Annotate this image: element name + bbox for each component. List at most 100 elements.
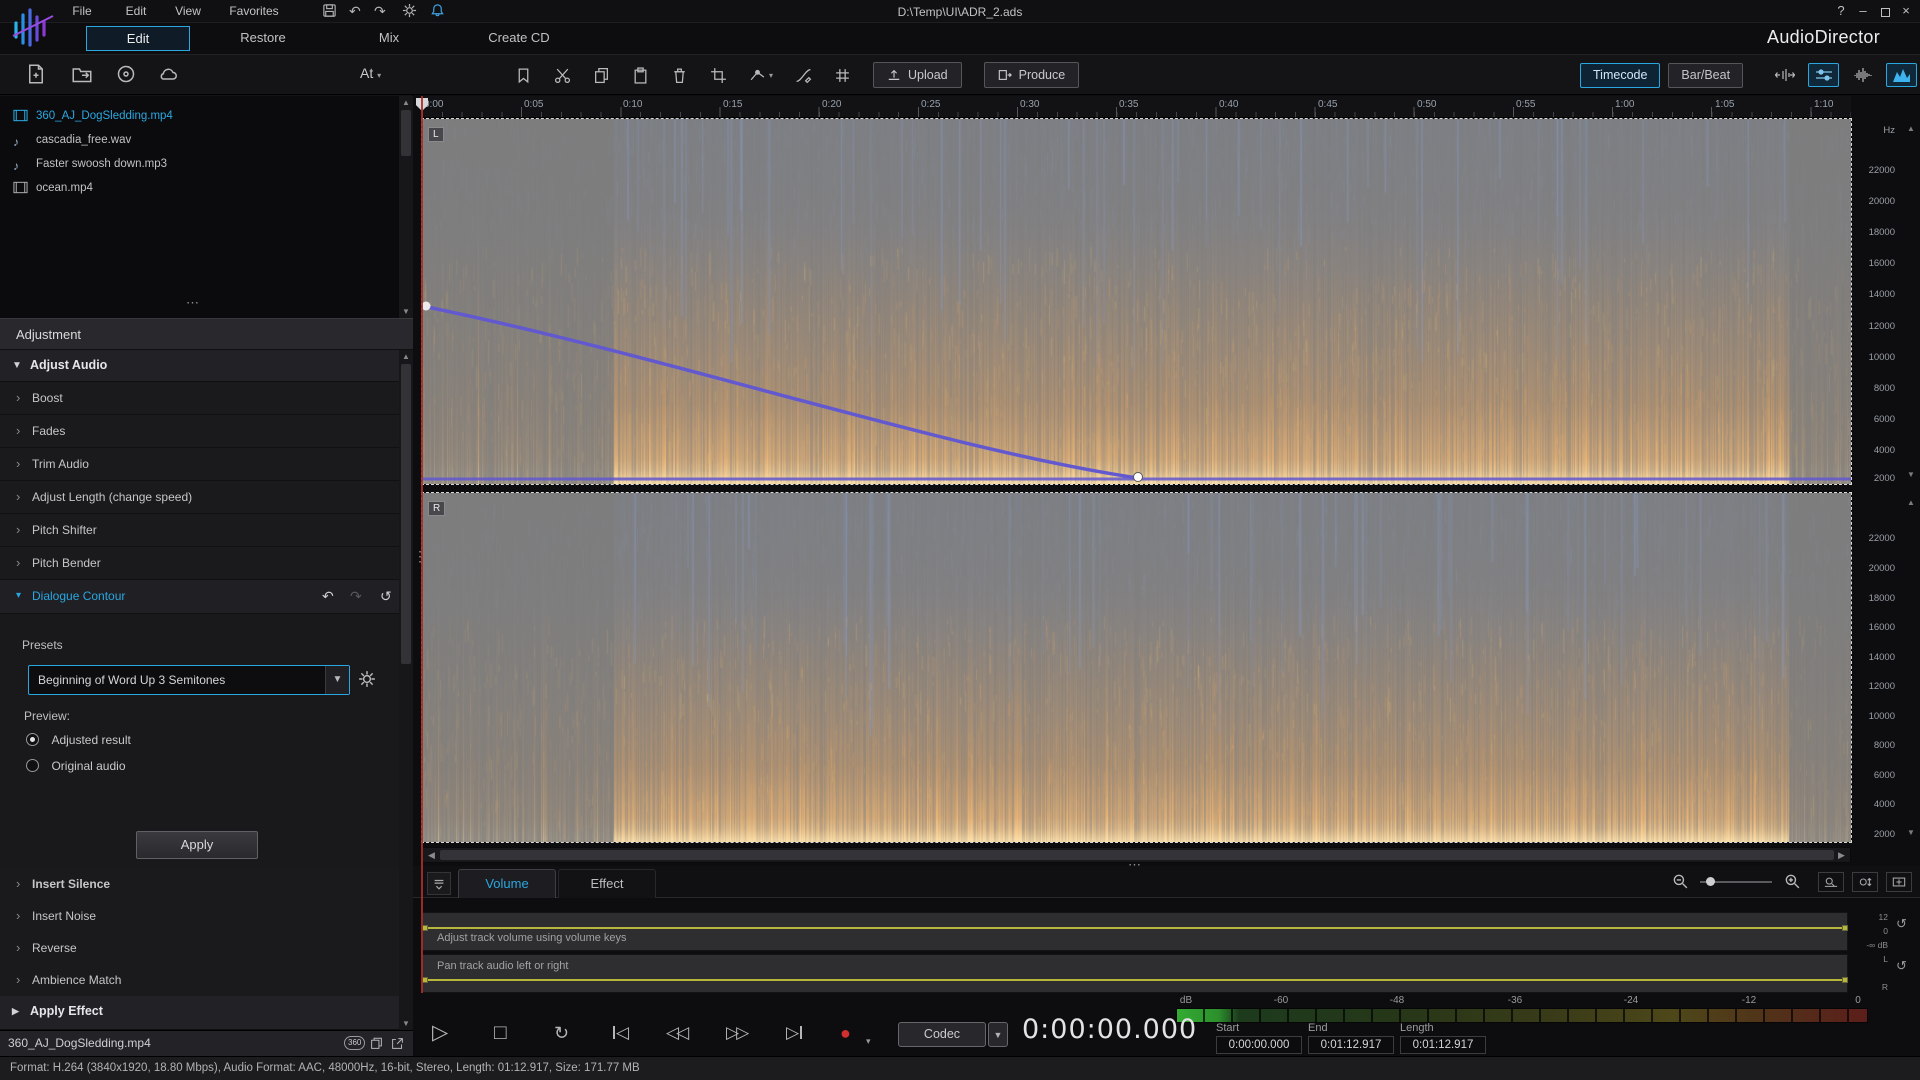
spectral-view-icon[interactable] [1886,63,1917,87]
freq-scroll-up-icon[interactable]: ▲ [1905,124,1917,133]
volume-track[interactable]: Adjust track volume using volume keys [422,912,1848,951]
stop-button[interactable]: □ [494,1020,507,1046]
row-boost[interactable]: ›Boost [0,382,399,415]
freq-scroll-up-icon[interactable]: ▲ [1905,498,1917,507]
menu-file[interactable]: File [64,4,100,18]
tab-edit[interactable]: Edit [86,26,190,51]
volume-keyframe[interactable] [1842,925,1848,931]
pan-key-line[interactable] [423,979,1847,981]
record-options-caret-icon[interactable]: ▾ [866,1028,871,1054]
pan-track[interactable]: Pan track audio left or right [422,954,1848,993]
contour-reset-icon[interactable]: ↺ [380,580,392,612]
row-insert-noise[interactable]: ›Insert Noise [0,900,399,933]
pan-reset-icon[interactable]: ↺ [1896,958,1907,974]
pan-keyframe[interactable] [1842,977,1848,983]
contour-undo-icon[interactable]: ↶ [322,580,334,612]
bar-beat-button[interactable]: Bar/Beat [1668,63,1743,88]
delete-icon[interactable] [671,67,688,84]
row-ambience-match[interactable]: ›Ambience Match [0,964,399,997]
preset-dropdown[interactable]: Beginning of Word Up 3 Semitones ▼ [28,665,350,695]
section-apply-effect[interactable]: ▶ Apply Effect [0,996,399,1030]
fast-forward-button[interactable]: ▷▷ [726,1020,746,1046]
codec-button[interactable]: Codec [898,1022,986,1047]
adjustment-scrollbar[interactable]: ▲ ▼ [399,350,413,1030]
skip-to-end-button[interactable]: ▷ [786,1020,803,1046]
tab-volume[interactable]: Volume [458,869,556,898]
copy-icon[interactable] [593,67,610,84]
row-dialogue-contour[interactable]: ▾ Dialogue Contour ↶ ↷ ↺ [0,580,399,614]
scroll-left-icon[interactable]: ◀ [424,849,439,861]
freq-scroll-down-icon[interactable]: ▼ [1905,470,1917,479]
scrollbar-thumb[interactable] [401,110,411,156]
library-item-ocean[interactable]: ocean.mp4 [0,176,399,200]
scroll-up-icon[interactable]: ▲ [399,98,413,107]
timeline-ruler[interactable]: 0:00 0:05 0:10 0:15 0:20 0:25 0:30 0:35 … [422,96,1851,118]
scroll-right-icon[interactable]: ▶ [1834,849,1849,861]
loop-button[interactable]: ↻ [554,1020,569,1046]
spectral-brush-icon[interactable] [795,67,812,84]
spectrogram-canvas-right[interactable] [422,493,1851,842]
tab-effect[interactable]: Effect [558,869,656,898]
produce-button[interactable]: Produce [984,62,1080,88]
volume-reset-icon[interactable]: ↺ [1896,916,1907,932]
stretch-waveform-icon[interactable] [1769,63,1800,87]
library-item-cascadia[interactable]: ♪ cascadia_free.wav [0,128,399,152]
undo-icon[interactable]: ↶ [349,3,361,19]
add-marker-icon[interactable] [515,67,532,84]
apply-button[interactable]: Apply [136,831,258,859]
radio-original-audio[interactable]: Original audio [26,757,126,775]
zoom-fit-width-icon[interactable] [1818,872,1844,892]
maximize-button[interactable] [1876,5,1894,20]
track-options-dropdown-icon[interactable] [427,872,451,895]
end-value[interactable]: 0:01:12.917 [1308,1036,1394,1054]
copy-stack-icon[interactable] [370,1037,383,1050]
tab-create-cd[interactable]: Create CD [455,26,583,51]
minimize-button[interactable]: – [1854,3,1872,18]
start-value[interactable]: 0:00:00.000 [1216,1036,1302,1054]
import-media-icon[interactable] [26,64,46,84]
settings-gear-icon[interactable] [402,3,417,18]
trim-crop-icon[interactable] [710,67,727,84]
waveform-view-icon[interactable] [1847,63,1878,87]
grid-snap-icon[interactable] [834,67,851,84]
zoom-in-icon[interactable] [1784,873,1801,890]
cloud-icon[interactable] [158,64,178,84]
row-reverse[interactable]: ›Reverse [0,932,399,965]
menu-edit[interactable]: Edit [118,4,154,18]
record-button[interactable]: ● [840,1020,851,1046]
freq-scroll-down-icon[interactable]: ▼ [1905,828,1917,837]
keyframe-tool-icon[interactable]: ▾ [749,67,773,84]
tab-restore[interactable]: Restore [215,26,311,51]
dropdown-caret-icon[interactable]: ▼ [325,666,349,694]
section-adjust-audio[interactable]: ▼ Adjust Audio [0,350,399,382]
row-pitch-bender[interactable]: ›Pitch Bender [0,547,399,580]
scroll-down-icon[interactable]: ▼ [399,307,413,316]
codec-dropdown-icon[interactable]: ▼ [988,1022,1008,1047]
channel-mixer-icon[interactable] [1808,63,1839,87]
open-external-icon[interactable] [391,1037,404,1050]
playhead-line[interactable] [421,96,423,993]
scissors-cut-icon[interactable] [554,67,571,84]
media-list-scrollbar[interactable]: ▲ ▼ [399,96,413,318]
upload-button[interactable]: Upload [873,62,962,88]
row-fades[interactable]: ›Fades [0,415,399,448]
row-adjust-length[interactable]: ›Adjust Length (change speed) [0,481,399,514]
help-button[interactable]: ? [1832,3,1850,18]
right-channel-spectrogram[interactable]: R [422,493,1851,842]
row-trim-audio[interactable]: ›Trim Audio [0,448,399,481]
dialogue-contour-curve[interactable] [422,119,1851,484]
zoom-fit-height-icon[interactable] [1852,872,1878,892]
volume-key-line[interactable] [423,927,1847,929]
rewind-button[interactable]: ◁◁ [666,1020,686,1046]
left-channel-spectrogram[interactable]: L [422,119,1851,484]
timecode-button[interactable]: Timecode [1580,63,1660,88]
save-icon[interactable] [322,3,337,18]
zoom-slider-handle[interactable] [1706,877,1715,886]
menu-view[interactable]: View [168,4,208,18]
paste-icon[interactable] [632,67,649,84]
scroll-down-icon[interactable]: ▼ [399,1019,413,1028]
tab-mix[interactable]: Mix [344,26,434,51]
close-button[interactable]: × [1897,3,1915,18]
library-item-dogsledding[interactable]: 360_AJ_DogSledding.mp4 [0,104,399,128]
menu-favorites[interactable]: Favorites [222,4,286,18]
